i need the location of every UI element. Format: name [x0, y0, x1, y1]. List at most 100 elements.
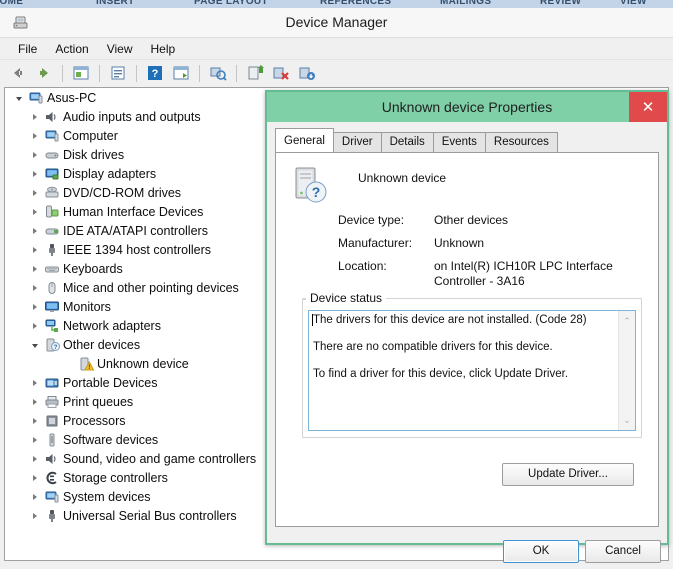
- ribbon-tab[interactable]: INSERT: [96, 0, 134, 7]
- speaker-icon: [43, 109, 61, 125]
- window-titlebar: Device Manager: [0, 8, 673, 38]
- uninstall-device-icon[interactable]: [269, 61, 293, 85]
- chevron-right-icon[interactable]: [27, 474, 43, 481]
- scroll-up-icon[interactable]: ⌃: [619, 313, 635, 329]
- help-icon[interactable]: ?: [143, 61, 167, 85]
- ribbon-tab[interactable]: MAILINGS: [440, 0, 491, 7]
- twisty-arrow: [33, 322, 37, 329]
- chevron-right-icon[interactable]: [27, 493, 43, 500]
- tab-general[interactable]: General: [275, 128, 334, 152]
- tree-item-label: Storage controllers: [63, 470, 168, 485]
- speaker-icon: [43, 451, 61, 467]
- twisty-arrow: [33, 284, 37, 291]
- scroll-down-icon[interactable]: ⌄: [619, 412, 635, 428]
- toolbar-separator: [199, 64, 200, 82]
- properties-icon[interactable]: [106, 61, 130, 85]
- chevron-right-icon[interactable]: [27, 170, 43, 177]
- disk-icon: [43, 147, 61, 163]
- twisty-arrow: [16, 96, 22, 101]
- chevron-right-icon[interactable]: [27, 379, 43, 386]
- tree-item-label: Human Interface Devices: [63, 204, 204, 219]
- chevron-down-icon[interactable]: [27, 342, 43, 348]
- tree-item-label: Computer: [63, 128, 118, 143]
- device-header: ? Unknown device: [292, 165, 446, 214]
- twisty-arrow: [33, 132, 37, 139]
- status-group-label: Device status: [306, 291, 387, 305]
- action-menu-icon[interactable]: [169, 61, 193, 85]
- svg-text:?: ?: [54, 344, 58, 351]
- forward-icon[interactable]: [32, 61, 56, 85]
- twisty-arrow: [33, 113, 37, 120]
- back-icon[interactable]: [6, 61, 30, 85]
- update-driver-button[interactable]: Update Driver...: [502, 463, 634, 486]
- unknown-device-icon: ?: [43, 337, 61, 353]
- disable-device-icon[interactable]: [295, 61, 319, 85]
- chevron-right-icon[interactable]: [27, 132, 43, 139]
- dialog-tabstrip: General Driver Details Events Resources: [275, 128, 558, 152]
- chevron-right-icon[interactable]: [27, 303, 43, 310]
- usb-icon: [43, 508, 61, 524]
- twisty-arrow: [33, 227, 37, 234]
- chevron-down-icon[interactable]: [11, 95, 27, 101]
- menu-view[interactable]: View: [98, 40, 142, 58]
- chevron-right-icon[interactable]: [27, 227, 43, 234]
- ok-button[interactable]: OK: [503, 540, 579, 563]
- svg-text:?: ?: [312, 184, 321, 200]
- tree-item-label: Asus-PC: [47, 90, 97, 105]
- processor-icon: [43, 413, 61, 429]
- chevron-right-icon[interactable]: [27, 322, 43, 329]
- chevron-right-icon[interactable]: [27, 246, 43, 253]
- close-icon[interactable]: ✕: [629, 92, 667, 122]
- ribbon-tab[interactable]: VIEW: [620, 0, 647, 7]
- ribbon-tab[interactable]: REVIEW: [540, 0, 581, 7]
- twisty-arrow: [32, 343, 38, 348]
- status-scrollbar[interactable]: ⌃ ⌄: [618, 311, 635, 430]
- chevron-right-icon[interactable]: [27, 113, 43, 120]
- menu-file[interactable]: File: [9, 40, 46, 58]
- tab-driver[interactable]: Driver: [332, 132, 382, 152]
- status-line: The drivers for this device are not inst…: [313, 314, 587, 326]
- property-value: on Intel(R) ICH10R LPC Interface Control…: [434, 259, 613, 288]
- twisty-arrow: [33, 170, 37, 177]
- status-line: To find a driver for this device, click …: [313, 368, 569, 380]
- twisty-arrow: [33, 512, 37, 519]
- tab-resources[interactable]: Resources: [484, 132, 558, 152]
- device-status-text: The drivers for this device are not inst…: [313, 314, 616, 395]
- chevron-right-icon[interactable]: [27, 417, 43, 424]
- device-status-box[interactable]: The drivers for this device are not inst…: [308, 310, 636, 431]
- ribbon-tab[interactable]: PAGE LAYOUT: [194, 0, 268, 7]
- status-line: There are no compatible drivers for this…: [313, 341, 553, 353]
- display-icon: [43, 166, 61, 182]
- chevron-right-icon[interactable]: [27, 455, 43, 462]
- unknown-device-warning-icon: !: [77, 356, 95, 372]
- chevron-right-icon[interactable]: [27, 398, 43, 405]
- printer-icon: [43, 394, 61, 410]
- chevron-right-icon[interactable]: [27, 512, 43, 519]
- chevron-right-icon[interactable]: [27, 284, 43, 291]
- svg-text:?: ?: [152, 68, 159, 80]
- tree-item-label: Universal Serial Bus controllers: [63, 508, 237, 523]
- monitor-icon: [43, 299, 61, 315]
- menu-action[interactable]: Action: [46, 40, 97, 58]
- property-row: Device type: Other devices: [338, 213, 648, 228]
- show-hide-console-tree-icon[interactable]: [69, 61, 93, 85]
- dialog-title: Unknown device Properties: [381, 99, 553, 115]
- tab-details[interactable]: Details: [380, 132, 434, 152]
- chevron-right-icon[interactable]: [27, 436, 43, 443]
- update-driver-icon[interactable]: [243, 61, 267, 85]
- chevron-right-icon[interactable]: [27, 208, 43, 215]
- menu-help[interactable]: Help: [142, 40, 185, 58]
- chevron-right-icon[interactable]: [27, 265, 43, 272]
- tree-item-label: Disk drives: [63, 147, 125, 162]
- chevron-right-icon[interactable]: [27, 189, 43, 196]
- menu-bar: File Action View Help: [0, 38, 673, 60]
- ribbon-tab[interactable]: REFERENCES: [320, 0, 391, 7]
- cancel-button[interactable]: Cancel: [585, 540, 661, 563]
- scan-hardware-changes-icon[interactable]: [206, 61, 230, 85]
- tree-item-label: Mice and other pointing devices: [63, 280, 239, 295]
- toolbar-separator: [62, 64, 63, 82]
- property-value: Unknown: [434, 236, 485, 250]
- chevron-right-icon[interactable]: [27, 151, 43, 158]
- tab-events[interactable]: Events: [432, 132, 486, 152]
- ribbon-tab[interactable]: HOME: [0, 0, 23, 7]
